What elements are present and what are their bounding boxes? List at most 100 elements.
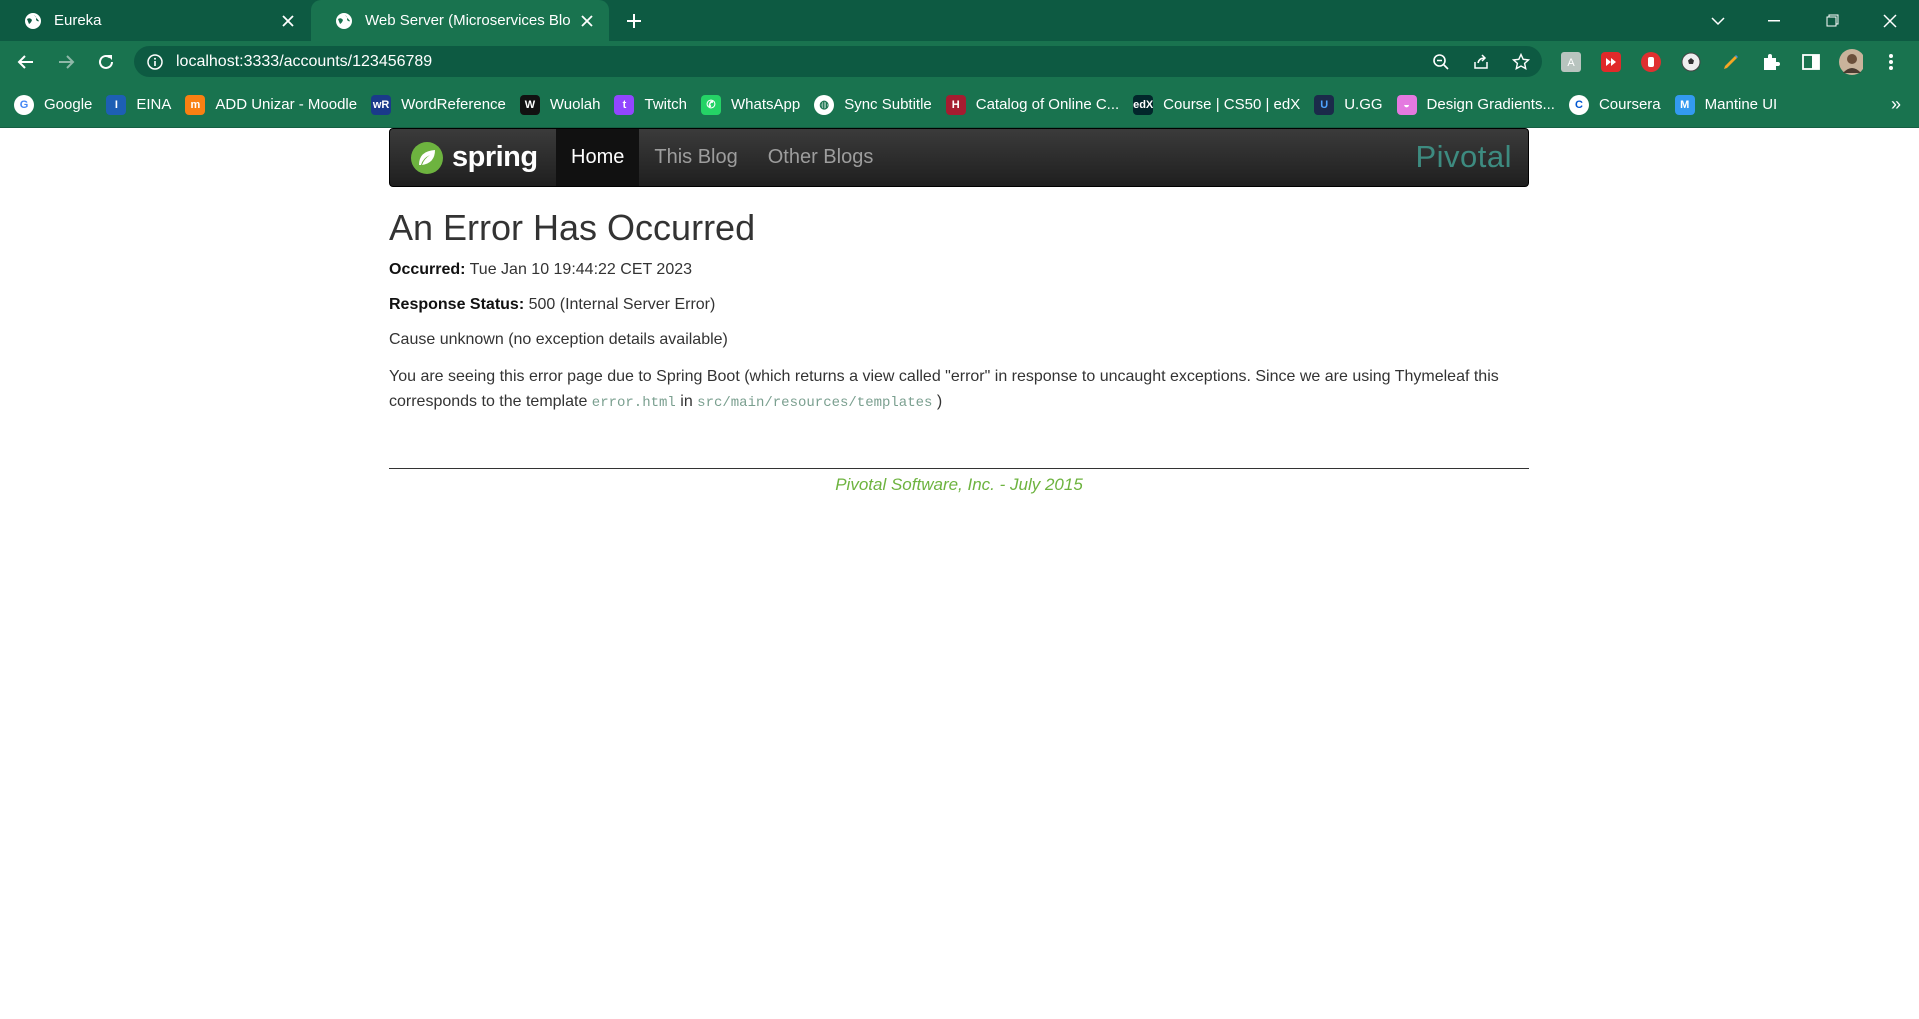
google-icon: G bbox=[14, 94, 34, 115]
nav-this-blog[interactable]: This Blog bbox=[639, 129, 752, 186]
bookmark-label: Google bbox=[44, 96, 93, 113]
globe-icon bbox=[24, 12, 42, 30]
globe-icon bbox=[335, 12, 353, 30]
ugg-icon: U bbox=[1314, 94, 1335, 115]
page-title: An Error Has Occurred bbox=[389, 207, 756, 248]
side-panel-icon[interactable] bbox=[1799, 50, 1823, 74]
tab-eureka[interactable]: Eureka bbox=[0, 0, 310, 41]
wuolah-icon: W bbox=[519, 94, 540, 115]
whatsapp-icon: ✆ bbox=[701, 94, 721, 115]
page-content: spring Home This Blog Other Blogs Pivota… bbox=[0, 128, 1919, 495]
coursera-icon: C bbox=[1568, 94, 1589, 115]
bookmark-item[interactable]: C Coursera bbox=[1568, 94, 1661, 115]
bookmark-label: Course | CS50 | edX bbox=[1163, 96, 1301, 113]
tab-title: Web Server (Microservices Blog D bbox=[365, 12, 571, 29]
twitch-icon: t bbox=[614, 94, 635, 115]
pivotal-brand: Pivotal bbox=[1415, 139, 1512, 174]
mantine-icon: M bbox=[1674, 94, 1695, 115]
bookmark-item[interactable]: ✆ WhatsApp bbox=[701, 94, 801, 115]
extension-soccer-icon[interactable] bbox=[1679, 50, 1703, 74]
occurred-value: Tue Jan 10 19:44:22 CET 2023 bbox=[469, 261, 693, 278]
bookmark-item[interactable]: M Mantine UI bbox=[1674, 94, 1778, 115]
spring-navbar: spring Home This Blog Other Blogs Pivota… bbox=[389, 128, 1529, 187]
profile-avatar[interactable] bbox=[1839, 49, 1863, 75]
bookmark-label: Catalog of Online C... bbox=[975, 96, 1120, 113]
spring-leaf-icon bbox=[411, 141, 443, 174]
bookmark-item[interactable]: t Twitch bbox=[614, 94, 687, 115]
explanation-text: You are seeing this error page due to Sp… bbox=[389, 364, 1529, 416]
bookmark-label: Mantine UI bbox=[1704, 96, 1778, 113]
reload-icon[interactable] bbox=[94, 50, 118, 74]
bookmark-item[interactable]: W Wuolah bbox=[519, 94, 601, 115]
nav-other-blogs[interactable]: Other Blogs bbox=[753, 129, 889, 186]
extension-red-arrows-icon[interactable] bbox=[1599, 50, 1623, 74]
bookmark-item[interactable]: G Google bbox=[14, 94, 93, 115]
close-icon[interactable] bbox=[577, 11, 597, 31]
globe-icon: ◍ bbox=[814, 94, 835, 115]
main-container: spring Home This Blog Other Blogs Pivota… bbox=[389, 128, 1529, 495]
extensions-puzzle-icon[interactable] bbox=[1759, 50, 1783, 74]
svg-text:A: A bbox=[1567, 57, 1575, 69]
edx-icon: edX bbox=[1133, 94, 1153, 115]
browser-toolbar: localhost:3333/accounts/123456789 A bbox=[0, 41, 1919, 82]
gradients-icon: ◒ bbox=[1396, 94, 1417, 115]
bookmark-item[interactable]: H Catalog of Online C... bbox=[945, 94, 1120, 115]
site-info-icon[interactable] bbox=[144, 51, 166, 73]
status-line: Response Status: 500 (Internal Server Er… bbox=[389, 294, 1529, 316]
back-arrow-icon[interactable] bbox=[14, 50, 38, 74]
bookmark-label: Twitch bbox=[644, 96, 687, 113]
bookmarks-bar: G Google I EINA m ADD Unizar - Moodle wR WordRe… bbox=[0, 82, 1919, 128]
footer-text: Pivotal Software, Inc. - July 2015 bbox=[835, 475, 1083, 494]
extension-pen-icon[interactable] bbox=[1719, 50, 1743, 74]
zoom-icon[interactable] bbox=[1430, 51, 1452, 73]
footer-divider bbox=[389, 468, 1529, 469]
kebab-menu-icon[interactable] bbox=[1879, 50, 1903, 74]
bookmark-label: EINA bbox=[136, 96, 172, 113]
tab-search-icon[interactable] bbox=[1690, 0, 1746, 41]
address-bar[interactable]: localhost:3333/accounts/123456789 bbox=[134, 46, 1542, 77]
tab-title: Eureka bbox=[54, 12, 102, 29]
spring-logo-text: spring bbox=[452, 141, 538, 173]
bookmark-item[interactable]: I EINA bbox=[106, 94, 172, 115]
new-tab-button[interactable] bbox=[621, 8, 647, 34]
template-dir: src/main/resources/templates bbox=[697, 395, 933, 411]
status-value: 500 (Internal Server Error) bbox=[528, 296, 716, 313]
bookmark-item[interactable]: ◍ Sync Subtitle bbox=[814, 94, 932, 115]
close-icon[interactable] bbox=[278, 11, 298, 31]
bookmark-label: ADD Unizar - Moodle bbox=[215, 96, 358, 113]
occurred-label: Occurred: bbox=[389, 261, 466, 278]
minimize-button[interactable] bbox=[1746, 0, 1802, 41]
bookmarks-more-button[interactable]: » bbox=[1891, 94, 1901, 115]
spring-logo[interactable]: spring bbox=[410, 141, 556, 175]
occurred-line: Occurred: Tue Jan 10 19:44:22 CET 2023 bbox=[389, 259, 1529, 281]
close-window-button[interactable] bbox=[1862, 0, 1918, 41]
restore-button[interactable] bbox=[1804, 0, 1860, 41]
forward-arrow-icon[interactable] bbox=[54, 50, 78, 74]
tab-strip: Eureka Web Server (Microservices Blog D bbox=[0, 0, 1919, 41]
tab-web-server[interactable]: Web Server (Microservices Blog D bbox=[311, 0, 609, 41]
extension-gray-icon[interactable]: A bbox=[1559, 50, 1583, 74]
bookmark-label: Design Gradients... bbox=[1426, 96, 1555, 113]
extension-hand-icon[interactable] bbox=[1639, 50, 1663, 74]
bookmark-label: WhatsApp bbox=[731, 96, 801, 113]
template-file: error.html bbox=[591, 395, 676, 411]
url-text: localhost:3333/accounts/123456789 bbox=[176, 52, 433, 70]
bookmark-label: Sync Subtitle bbox=[844, 96, 932, 113]
cause-text: Cause unknown (no exception details avai… bbox=[389, 331, 728, 348]
bookmark-label: WordReference bbox=[401, 96, 506, 113]
explanation-part1: You are seeing this error page due to Sp… bbox=[389, 368, 1499, 410]
bookmark-item[interactable]: m ADD Unizar - Moodle bbox=[185, 94, 358, 115]
share-icon[interactable] bbox=[1470, 51, 1492, 73]
bookmark-item[interactable]: ◒ Design Gradients... bbox=[1396, 94, 1555, 115]
bookmark-item[interactable]: wR WordReference bbox=[371, 94, 506, 115]
close-paren: ) bbox=[936, 393, 943, 410]
star-icon[interactable] bbox=[1510, 51, 1532, 73]
status-label: Response Status: bbox=[389, 296, 525, 313]
nav-home[interactable]: Home bbox=[556, 129, 640, 186]
wordreference-icon: wR bbox=[371, 94, 392, 115]
bookmark-item[interactable]: edX Course | CS50 | edX bbox=[1133, 94, 1301, 115]
harvard-icon: H bbox=[945, 94, 966, 115]
eina-icon: I bbox=[106, 94, 127, 115]
bookmark-item[interactable]: U U.GG bbox=[1314, 94, 1383, 115]
bookmark-label: Wuolah bbox=[549, 96, 601, 113]
